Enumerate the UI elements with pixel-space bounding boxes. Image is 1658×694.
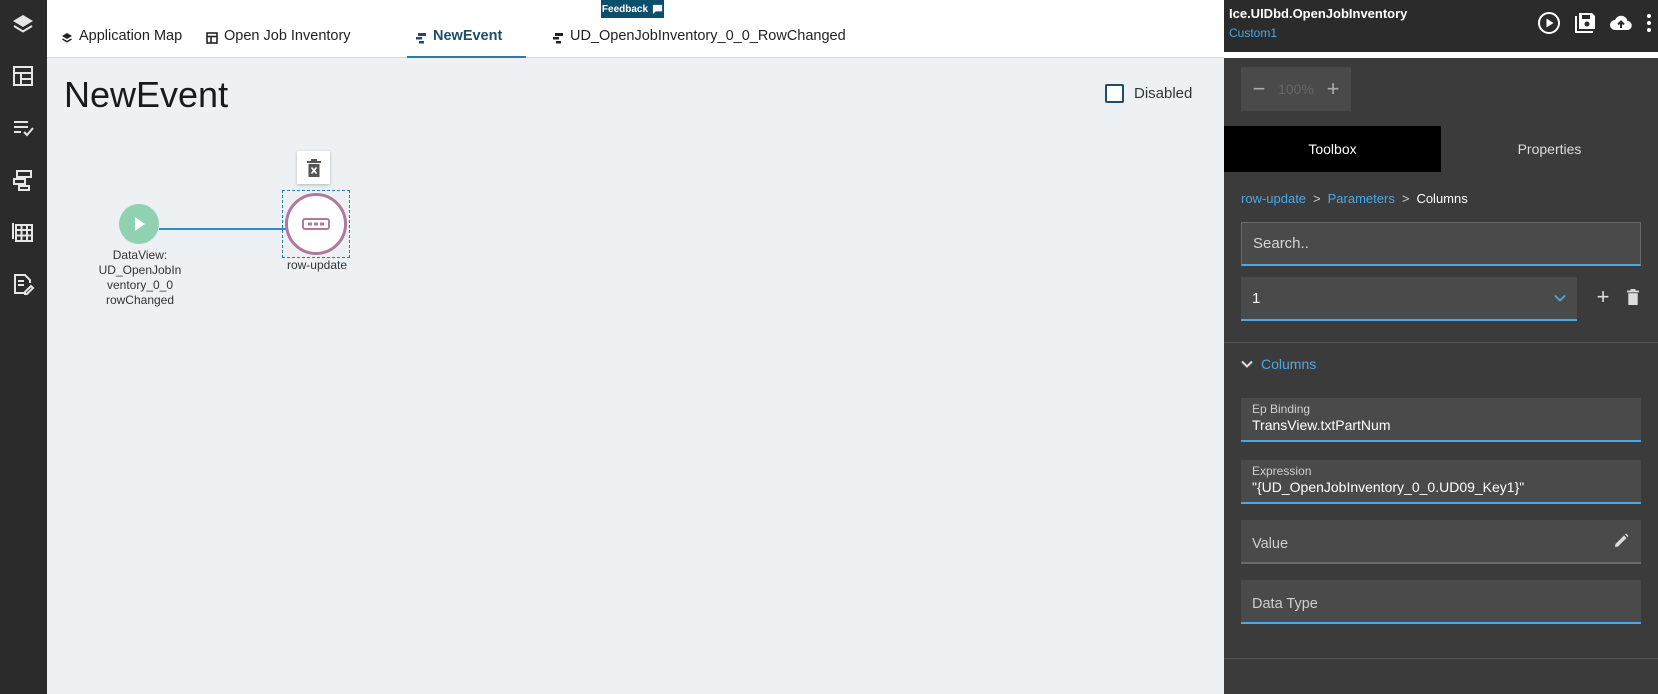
field-value: "{UD_OpenJobInventory_0_0.UD09_Key1}" xyxy=(1252,479,1525,495)
left-nav-rail xyxy=(0,0,47,694)
zoom-control: − 100% + xyxy=(1241,67,1351,111)
field-placeholder: Data Type xyxy=(1252,596,1318,612)
trash-icon xyxy=(1627,289,1639,305)
events-icon[interactable] xyxy=(7,164,39,196)
field-label: Expression xyxy=(1252,464,1312,478)
divider xyxy=(1224,342,1658,343)
expression-field[interactable]: Expression "{UD_OpenJobInventory_0_0.UD0… xyxy=(1241,460,1641,504)
feedback-label: Feedback xyxy=(601,3,649,15)
disabled-label: Disabled xyxy=(1134,85,1193,102)
save-icon[interactable] xyxy=(1572,10,1598,36)
section-label: Columns xyxy=(1261,356,1317,372)
feedback-button[interactable]: Feedback xyxy=(601,0,664,18)
column-index-select[interactable]: 1 xyxy=(1241,277,1577,321)
row-update-node[interactable] xyxy=(285,193,347,255)
tab-toolbox[interactable]: Toolbox xyxy=(1224,126,1441,172)
list-check-icon[interactable] xyxy=(7,112,39,144)
breadcrumb-current: Columns xyxy=(1416,191,1468,206)
field-label: Ep Binding xyxy=(1252,402,1311,416)
ellipsis-box-icon xyxy=(302,218,330,230)
search-input[interactable] xyxy=(1241,222,1641,266)
event-icon xyxy=(416,33,426,44)
select-value: 1 xyxy=(1252,289,1261,307)
columns-section-toggle[interactable]: Columns xyxy=(1241,356,1316,372)
more-icon[interactable] xyxy=(1644,10,1654,36)
trash-icon xyxy=(306,158,321,177)
ep-binding-field[interactable]: Ep Binding TransView.txtPartNum xyxy=(1241,398,1641,442)
panel-tabs: Toolbox Properties xyxy=(1224,126,1658,172)
value-field[interactable]: Value xyxy=(1241,520,1641,564)
right-panel-header: Ice.UIDbd.OpenJobInventory Custom1 xyxy=(1224,0,1658,52)
action-node-label: row-update xyxy=(286,258,348,272)
disabled-toggle[interactable]: Disabled xyxy=(1105,84,1192,103)
delete-button[interactable] xyxy=(1620,284,1646,310)
start-trigger-node[interactable] xyxy=(119,204,159,244)
layout-icon[interactable] xyxy=(7,60,39,92)
disabled-checkbox[interactable] xyxy=(1105,84,1124,103)
chevron-down-icon xyxy=(1241,360,1253,368)
zoom-in-button[interactable]: + xyxy=(1321,76,1345,101)
field-value: TransView.txtPartNum xyxy=(1252,417,1391,433)
tab-application-map[interactable]: Application Map xyxy=(61,28,182,58)
breadcrumb-row-update[interactable]: row-update xyxy=(1241,191,1306,206)
breadcrumb: row-update > Parameters > Columns xyxy=(1241,191,1468,206)
field-placeholder: Value xyxy=(1252,536,1289,552)
breadcrumb-separator: > xyxy=(1401,191,1410,206)
chevron-down-icon xyxy=(1554,294,1566,302)
tab-open-job-inventory[interactable]: Open Job Inventory xyxy=(206,28,351,58)
start-node-label: DataView: UD_OpenJobIn ventory_0_0 rowCh… xyxy=(98,248,182,307)
layers-icon xyxy=(62,33,72,43)
layers-icon[interactable] xyxy=(7,8,39,40)
play-icon xyxy=(135,217,145,231)
tab-label: UD_OpenJobInventory_0_0_RowChanged xyxy=(570,28,846,44)
tab-newevent[interactable]: NewEvent xyxy=(407,28,527,58)
zoom-value: 100% xyxy=(1278,81,1314,97)
delete-node-button[interactable] xyxy=(297,151,330,184)
right-panel: − 100% + Toolbox Properties row-update >… xyxy=(1224,58,1658,694)
grid-icon[interactable] xyxy=(7,216,39,248)
page-title: NewEvent xyxy=(64,74,229,115)
data-type-field[interactable]: Data Type xyxy=(1241,580,1641,624)
breadcrumb-parameters[interactable]: Parameters xyxy=(1328,191,1395,206)
chat-icon xyxy=(652,4,663,14)
divider xyxy=(1224,658,1658,659)
tab-label: NewEvent xyxy=(433,28,503,44)
tab-label: Application Map xyxy=(79,28,183,44)
upload-icon[interactable] xyxy=(1608,10,1634,36)
tab-ud-openjobinventory-rowchanged[interactable]: UD_OpenJobInventory_0_0_RowChanged xyxy=(552,28,846,58)
document-edit-icon[interactable] xyxy=(7,268,39,300)
event-canvas[interactable]: NewEvent Disabled DataView: UD_OpenJobIn… xyxy=(47,58,1224,694)
pencil-icon[interactable] xyxy=(1613,533,1629,549)
layout-icon xyxy=(206,32,218,44)
event-icon xyxy=(553,33,563,44)
tab-properties[interactable]: Properties xyxy=(1441,126,1658,172)
tab-label: Open Job Inventory xyxy=(224,28,351,44)
layer-title: Ice.UIDbd.OpenJobInventory xyxy=(1229,6,1408,21)
play-icon[interactable] xyxy=(1536,10,1562,36)
breadcrumb-separator: > xyxy=(1313,191,1321,206)
zoom-out-button[interactable]: − xyxy=(1247,76,1271,101)
layer-subtitle-link[interactable]: Custom1 xyxy=(1229,26,1277,40)
add-button[interactable]: + xyxy=(1590,284,1616,310)
